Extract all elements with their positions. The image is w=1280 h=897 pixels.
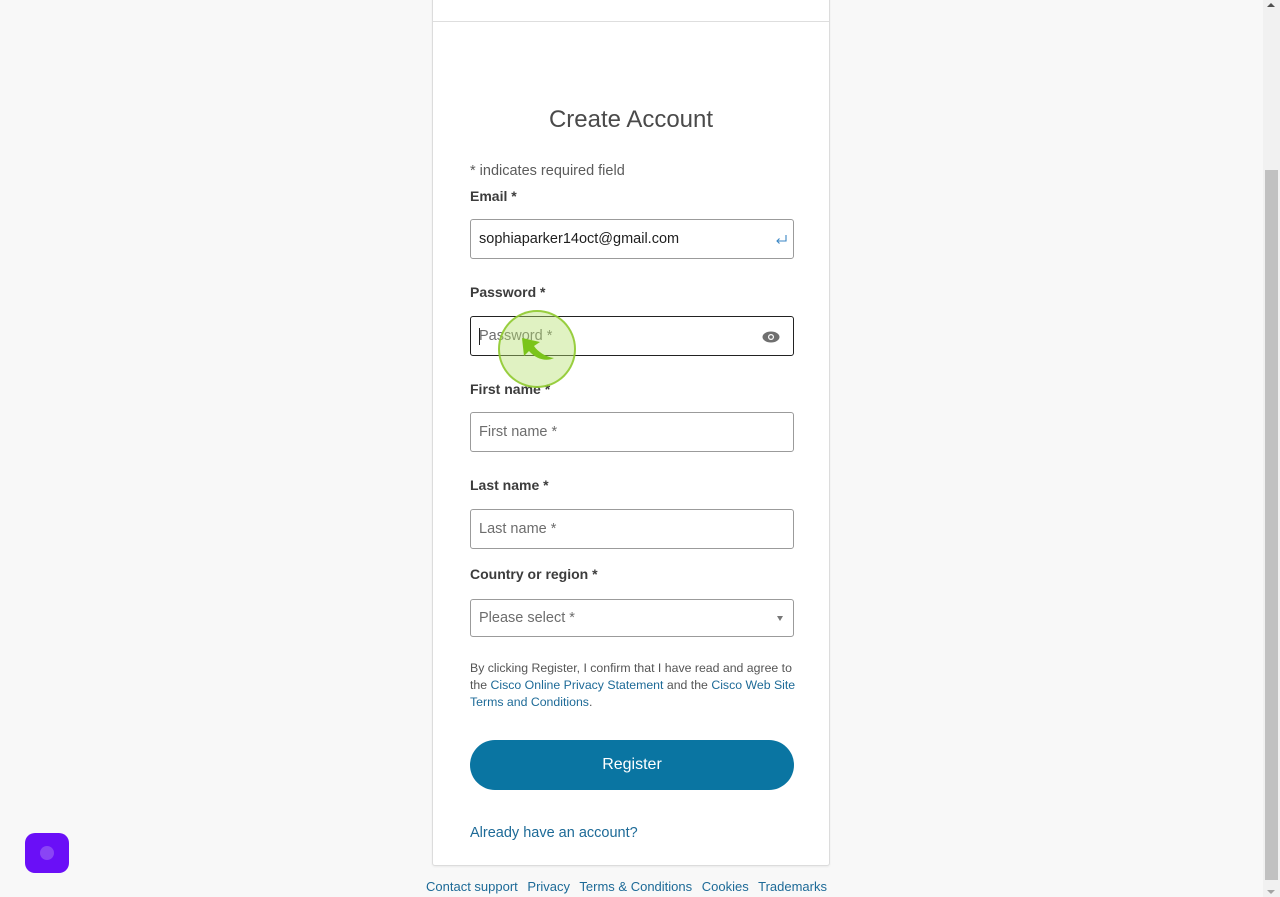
first-name-field-wrapper xyxy=(470,412,794,452)
email-input[interactable] xyxy=(471,220,749,258)
scrollbar-thumb[interactable] xyxy=(1265,170,1278,880)
footer-link-trademarks[interactable]: Trademarks xyxy=(758,879,827,894)
privacy-statement-link[interactable]: Cisco Online Privacy Statement xyxy=(491,678,664,692)
chevron-down-icon xyxy=(777,616,783,621)
required-field-note: * indicates required field xyxy=(470,163,625,179)
consent-middle: and the xyxy=(663,678,712,692)
last-name-input[interactable] xyxy=(471,510,749,548)
footer-link-terms[interactable]: Terms & Conditions xyxy=(579,879,692,894)
password-input[interactable] xyxy=(471,317,749,355)
consent-text: By clicking Register, I confirm that I h… xyxy=(470,660,800,711)
page-scrollbar[interactable] xyxy=(1263,0,1280,897)
consent-suffix: . xyxy=(588,695,593,709)
country-select[interactable]: Please select * xyxy=(470,599,794,637)
footer-link-privacy[interactable]: Privacy xyxy=(527,879,570,894)
password-label: Password * xyxy=(470,284,546,300)
already-have-account-link[interactable]: Already have an account? xyxy=(470,825,638,841)
create-account-card: Create Account * indicates required fiel… xyxy=(432,0,830,866)
country-label: Country or region * xyxy=(470,566,598,582)
scroll-up-arrow-icon[interactable] xyxy=(1267,3,1275,7)
page-title: Create Account xyxy=(548,106,714,133)
eye-icon[interactable] xyxy=(762,330,780,344)
last-name-field-wrapper xyxy=(470,509,794,549)
first-name-input[interactable] xyxy=(471,413,749,451)
card-divider xyxy=(433,21,829,22)
register-button[interactable]: Register xyxy=(470,740,794,790)
scroll-down-arrow-icon[interactable] xyxy=(1267,890,1275,894)
chat-icon xyxy=(40,846,54,860)
country-select-value: Please select * xyxy=(479,610,575,626)
footer-links: Contact support Privacy Terms & Conditio… xyxy=(426,879,833,894)
email-field-wrapper xyxy=(470,219,794,259)
footer-link-contact-support[interactable]: Contact support xyxy=(426,879,518,894)
enter-icon xyxy=(776,235,787,244)
text-caret xyxy=(479,328,480,345)
last-name-label: Last name * xyxy=(470,477,549,493)
footer-link-cookies[interactable]: Cookies xyxy=(702,879,749,894)
first-name-label: First name * xyxy=(470,381,551,397)
email-label: Email * xyxy=(470,188,517,204)
password-field-wrapper xyxy=(470,316,794,356)
chat-launcher-button[interactable] xyxy=(25,833,69,873)
